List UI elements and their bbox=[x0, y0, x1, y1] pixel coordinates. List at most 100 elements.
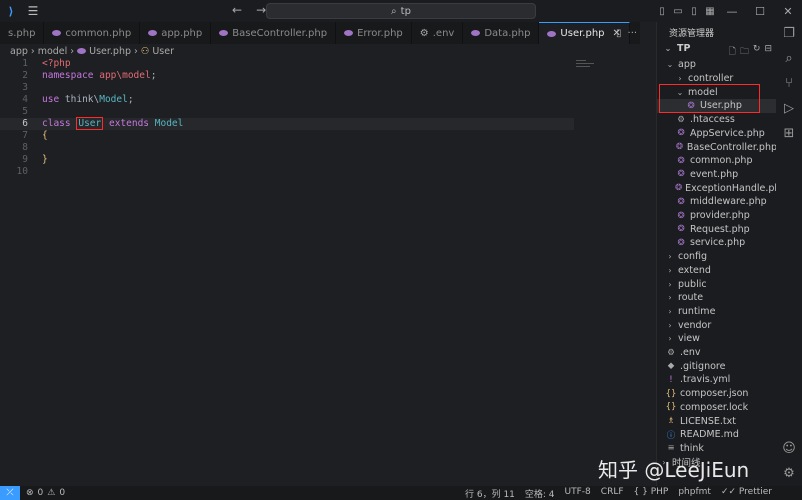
highlight-box bbox=[659, 84, 760, 113]
tree-item[interactable]: ♗ LICENSE.txt bbox=[657, 414, 777, 428]
code-line: 9 } bbox=[0, 154, 574, 166]
status-prettier: Prettier bbox=[738, 486, 772, 497]
tree-item[interactable]: › vendor bbox=[657, 318, 777, 332]
command-center-search[interactable]: ⌕ tp bbox=[266, 3, 536, 19]
tree-item[interactable]: ❂ BaseController.php bbox=[657, 140, 777, 154]
tab-app-php[interactable]: app.php bbox=[140, 22, 212, 44]
tree-item[interactable]: › runtime bbox=[657, 305, 777, 319]
php-file-icon bbox=[148, 30, 158, 36]
close-window-icon[interactable]: ✕ bbox=[774, 0, 802, 22]
tree-item[interactable]: ❂ event.php bbox=[657, 168, 777, 182]
chevron-right-icon: › bbox=[668, 293, 672, 303]
minimap[interactable] bbox=[576, 58, 600, 78]
settings-gear-icon[interactable]: ⚙ bbox=[783, 466, 795, 481]
status-indent[interactable]: 空格: 4 bbox=[525, 487, 555, 500]
warning-count: 0 bbox=[59, 488, 66, 498]
tab-data-php[interactable]: Data.php bbox=[463, 22, 540, 44]
line-number: 4 bbox=[22, 94, 28, 105]
status-eol[interactable]: CRLF bbox=[601, 487, 624, 500]
tree-item[interactable]: {} composer.json bbox=[657, 387, 777, 401]
tree-item-label: .travis.yml bbox=[680, 374, 731, 386]
php-file-icon: ❂ bbox=[677, 155, 685, 166]
run-debug-icon[interactable]: ▷ bbox=[784, 101, 794, 116]
chevron-right-icon: › bbox=[668, 320, 672, 330]
tree-item[interactable]: ❂ common.php bbox=[657, 154, 777, 168]
tree-item-label: extend bbox=[678, 264, 711, 276]
php-file-icon bbox=[547, 30, 557, 37]
more-actions-icon[interactable]: ··· bbox=[628, 28, 638, 39]
tree-item[interactable]: {} composer.lock bbox=[657, 401, 777, 415]
maximize-icon[interactable]: ☐ bbox=[746, 0, 774, 22]
tab-error-php[interactable]: Error.php bbox=[336, 22, 412, 44]
tree-item[interactable]: ❂ Request.php bbox=[657, 222, 777, 236]
tree-item[interactable]: ❂ AppService.php bbox=[657, 127, 777, 141]
tree-item-label: composer.lock bbox=[680, 401, 749, 413]
menu-icon[interactable]: ☰ bbox=[22, 0, 44, 22]
toggle-panel-icon[interactable]: ▭ bbox=[670, 0, 686, 22]
status-prettier-group[interactable]: ✓✓ Prettier bbox=[721, 487, 772, 500]
tab-env[interactable]: ⚙ .env bbox=[412, 22, 464, 44]
keyword-use: use bbox=[42, 94, 60, 105]
search-icon[interactable]: ⌕ bbox=[785, 51, 792, 66]
tree-item[interactable]: ⚙ .env bbox=[657, 346, 777, 360]
back-arrow-icon[interactable]: ← bbox=[232, 3, 242, 17]
tree-item-label: Request.php bbox=[690, 223, 750, 235]
breadcrumb-app[interactable]: app bbox=[10, 46, 28, 57]
tree-item[interactable]: ❂ service.php bbox=[657, 236, 777, 250]
explorer-files-icon[interactable]: ❐ bbox=[783, 26, 795, 41]
breadcrumb-file[interactable]: User.php bbox=[89, 46, 131, 57]
tree-item[interactable]: ◆ .gitignore bbox=[657, 359, 777, 373]
tree-item-label: vendor bbox=[678, 319, 712, 331]
status-problems[interactable]: ⊗ 0 ⚠ 0 bbox=[26, 488, 65, 498]
tree-item[interactable]: › extend bbox=[657, 264, 777, 278]
minimize-icon[interactable]: — bbox=[718, 0, 746, 22]
php-file-icon: ❂ bbox=[677, 128, 685, 139]
tree-item[interactable]: ❂ ExceptionHandle.php bbox=[657, 181, 786, 195]
tree-item[interactable]: ! .travis.yml bbox=[657, 373, 777, 387]
tree-item[interactable]: ⓘ README.md bbox=[657, 428, 777, 442]
line-number: 6 bbox=[22, 118, 28, 129]
yaml-file-icon: ! bbox=[669, 374, 673, 385]
status-language-group[interactable]: { } PHP bbox=[634, 487, 669, 500]
toggle-secondary-sidebar-icon[interactable]: ▯ bbox=[686, 0, 702, 22]
extensions-icon[interactable]: ⊞ bbox=[784, 126, 795, 141]
watermark: 知乎 @LeeJiEun bbox=[598, 458, 750, 482]
tree-item-label: app bbox=[678, 59, 696, 71]
use-class: Model bbox=[99, 94, 128, 105]
tab-common-php[interactable]: common.php bbox=[44, 22, 141, 44]
tree-item-label: controller bbox=[688, 73, 734, 85]
tree-item[interactable]: › route bbox=[657, 291, 777, 305]
tab-label: .env bbox=[432, 27, 455, 39]
toggle-sidebar-icon[interactable]: ▯ bbox=[654, 0, 670, 22]
status-cursor-position[interactable]: 行 6，列 11 bbox=[465, 487, 515, 500]
php-file-icon: ❂ bbox=[677, 196, 685, 207]
tab-s-php[interactable]: s.php bbox=[0, 22, 45, 44]
tree-item[interactable]: ⌄ app bbox=[657, 58, 777, 72]
chevron-down-icon: ⌄ bbox=[664, 44, 672, 53]
code-editor[interactable]: 1 <?php 2 namespace app\model; 3 4 use t… bbox=[0, 58, 640, 486]
tree-item[interactable]: › public bbox=[657, 277, 777, 291]
brace-open: { bbox=[42, 130, 48, 141]
status-formatter[interactable]: phpfmt bbox=[678, 487, 711, 500]
gear-icon: ⚙ bbox=[677, 114, 685, 125]
account-icon[interactable]: ☺ bbox=[782, 441, 796, 456]
tab-basecontroller-php[interactable]: BaseController.php bbox=[211, 22, 337, 44]
split-editor-icon[interactable]: ▯ bbox=[616, 28, 622, 39]
breadcrumb-model[interactable]: model bbox=[38, 46, 68, 57]
code-line: 2 namespace app\model; bbox=[0, 70, 574, 82]
tree-item[interactable]: › config bbox=[657, 250, 777, 264]
forward-arrow-icon[interactable]: → bbox=[256, 3, 266, 17]
breadcrumb-symbol[interactable]: User bbox=[152, 46, 174, 57]
tree-item[interactable]: ⚙ .htaccess bbox=[657, 113, 777, 127]
line-number: 9 bbox=[22, 154, 28, 165]
use-namespace: think\ bbox=[64, 94, 100, 105]
tree-item-label: middleware.php bbox=[690, 196, 767, 208]
line-number: 2 bbox=[22, 70, 28, 81]
tree-item[interactable]: ❂ provider.php bbox=[657, 209, 777, 223]
source-control-icon[interactable]: ⑂ bbox=[785, 76, 793, 91]
status-encoding[interactable]: UTF-8 bbox=[565, 487, 591, 500]
remote-icon[interactable]: ⤫ bbox=[0, 486, 20, 500]
tree-item[interactable]: › view bbox=[657, 332, 777, 346]
layout-icon[interactable]: ▦ bbox=[702, 0, 718, 22]
tree-item[interactable]: ❂ middleware.php bbox=[657, 195, 777, 209]
